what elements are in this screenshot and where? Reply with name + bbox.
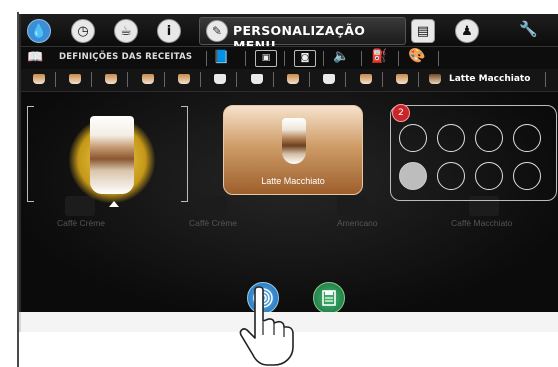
slot-circle-selected[interactable]	[399, 162, 427, 190]
cup-icon[interactable]: ☕	[114, 19, 138, 43]
slot-circle[interactable]	[475, 162, 503, 190]
drink-cup-icon[interactable]	[142, 74, 154, 84]
divider	[284, 51, 285, 66]
image-icon[interactable]: ▣	[255, 50, 277, 67]
selection-bracket-right	[181, 106, 188, 202]
drink-cup-icon[interactable]	[396, 74, 408, 84]
divider	[91, 72, 92, 87]
divider	[236, 72, 237, 87]
palette-icon[interactable]: 🎨	[408, 48, 425, 64]
wrench-icon[interactable]: 🔧	[519, 20, 538, 38]
divider	[345, 72, 346, 87]
faded-drink-label: Caffè Crème	[189, 218, 238, 228]
faded-drink-image	[197, 196, 227, 216]
divider	[245, 51, 246, 66]
recipe-main-area: Caffè Crème Caffè Crème Americano Caffè …	[21, 92, 558, 312]
top-navigation-bar: 💧 ◷ ☕ i ✎ PERSONALIZAÇÃO MENU ▤ ♟ 🔧	[21, 14, 558, 53]
recipe-book-icon[interactable]: 📘	[213, 50, 229, 65]
divider	[382, 72, 383, 87]
drink-strip: Latte Macchiato	[21, 69, 558, 92]
divider	[398, 51, 399, 66]
selection-bracket-left	[27, 106, 34, 202]
bottle-icon[interactable]: ⛽	[371, 49, 387, 64]
drop-icon[interactable]: 💧	[27, 19, 51, 43]
drink-cup-icon[interactable]	[178, 74, 190, 84]
divider	[309, 72, 310, 87]
book-icon: 📖	[27, 50, 44, 65]
divider	[361, 51, 362, 66]
selected-drink-cup-icon[interactable]	[429, 74, 441, 84]
slot-circle[interactable]	[513, 162, 541, 190]
faded-drink-label: Americano	[337, 218, 378, 228]
drink-cup-icon[interactable]	[33, 74, 45, 84]
divider	[200, 72, 201, 87]
person-icon[interactable]: ♟	[455, 19, 479, 43]
slot-circle[interactable]	[513, 124, 541, 152]
divider	[438, 51, 439, 66]
divider	[206, 51, 207, 66]
faded-drink-label: Caffè Macchiato	[451, 218, 513, 228]
slot-circle[interactable]	[399, 124, 427, 152]
clock-icon[interactable]: ◷	[71, 19, 95, 43]
faded-drink-image	[337, 196, 367, 216]
faded-drink-label: Caffè Crème	[57, 218, 106, 228]
recipes-toolbar: 📖 DEFINIÇÕES DAS RECEITAS 📘 ▣ ◙ 🔈 ⛽ 🎨	[21, 46, 558, 70]
drink-cup-icon[interactable]	[214, 74, 226, 84]
tap-hand-icon	[239, 286, 294, 366]
slot-selector: 2	[390, 104, 557, 201]
save-icon	[322, 290, 336, 306]
card-label: Latte Macchiato	[261, 176, 325, 186]
drink-cup-icon[interactable]	[287, 74, 299, 84]
selection-arrow-icon	[109, 201, 119, 207]
calc-icon[interactable]: ▤	[411, 19, 435, 43]
drink-cup-icon[interactable]	[105, 74, 117, 84]
recipes-settings-label[interactable]: DEFINIÇÕES DAS RECEITAS	[59, 52, 192, 62]
coffee-machine-screen: 💧 ◷ ☕ i ✎ PERSONALIZAÇÃO MENU ▤ ♟ 🔧 📖 DE…	[19, 14, 558, 312]
selected-drink-label[interactable]: Latte Macchiato	[449, 74, 530, 84]
divider	[55, 72, 56, 87]
slot-circle[interactable]	[475, 124, 503, 152]
drink-cup-icon[interactable]	[251, 74, 263, 84]
save-button[interactable]	[313, 282, 345, 312]
latte-macchiato-glass-image[interactable]	[90, 116, 134, 194]
latte-macchiato-card[interactable]: Latte Macchiato	[223, 105, 363, 195]
divider	[545, 72, 546, 87]
divider	[323, 51, 324, 66]
slot-circle[interactable]	[437, 162, 465, 190]
divider	[127, 72, 128, 87]
slot-count-badge: 2	[392, 104, 410, 122]
display-icon[interactable]: ◙	[294, 50, 316, 67]
pen-icon: ✎	[206, 20, 228, 42]
divider	[273, 72, 274, 87]
faded-drink-image	[65, 196, 95, 216]
menu-title-tab[interactable]: ✎ PERSONALIZAÇÃO MENU	[199, 17, 406, 53]
divider	[164, 72, 165, 87]
drink-cup-icon[interactable]	[360, 74, 372, 84]
drink-cup-icon[interactable]	[323, 74, 335, 84]
speaker-icon[interactable]: 🔈	[333, 49, 349, 64]
slot-circle[interactable]	[437, 124, 465, 152]
latte-macchiato-card-glass-image	[282, 118, 306, 164]
divider	[418, 72, 419, 87]
drink-cup-icon[interactable]	[69, 74, 81, 84]
info-icon[interactable]: i	[157, 19, 181, 43]
